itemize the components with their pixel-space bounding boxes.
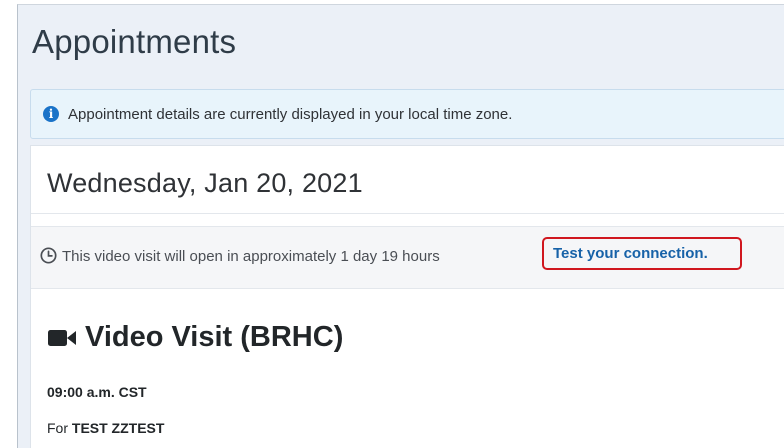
video-camera-icon <box>48 329 76 346</box>
visit-for-label: For <box>47 420 72 436</box>
timezone-info-banner: i Appointment details are currently disp… <box>30 89 784 139</box>
page-title: Appointments <box>32 23 237 60</box>
visit-title-text: Video Visit (BRHC) <box>85 321 344 353</box>
visit-time: 09:00 a.m. CST <box>47 384 147 400</box>
appointment-date-heading: Wednesday, Jan 20, 2021 <box>47 168 363 198</box>
divider <box>31 213 784 214</box>
visit-patient: For TEST ZZTEST <box>47 420 164 436</box>
patient-name: TEST ZZTEST <box>71 420 165 436</box>
info-banner-text: Appointment details are currently displa… <box>68 105 513 123</box>
visit-title: Video Visit (BRHC) <box>47 321 343 354</box>
appointment-card: Wednesday, Jan 20, 2021 This video visit… <box>30 145 784 448</box>
info-icon: i <box>43 106 59 122</box>
video-visit-notice: This video visit will open in approximat… <box>31 226 784 289</box>
clock-icon <box>40 247 57 264</box>
test-connection-link[interactable]: Test your connection. <box>542 237 742 270</box>
visit-open-notice-text: This video visit will open in approximat… <box>62 248 440 265</box>
appointments-page: Appointments i Appointment details are c… <box>17 4 784 448</box>
